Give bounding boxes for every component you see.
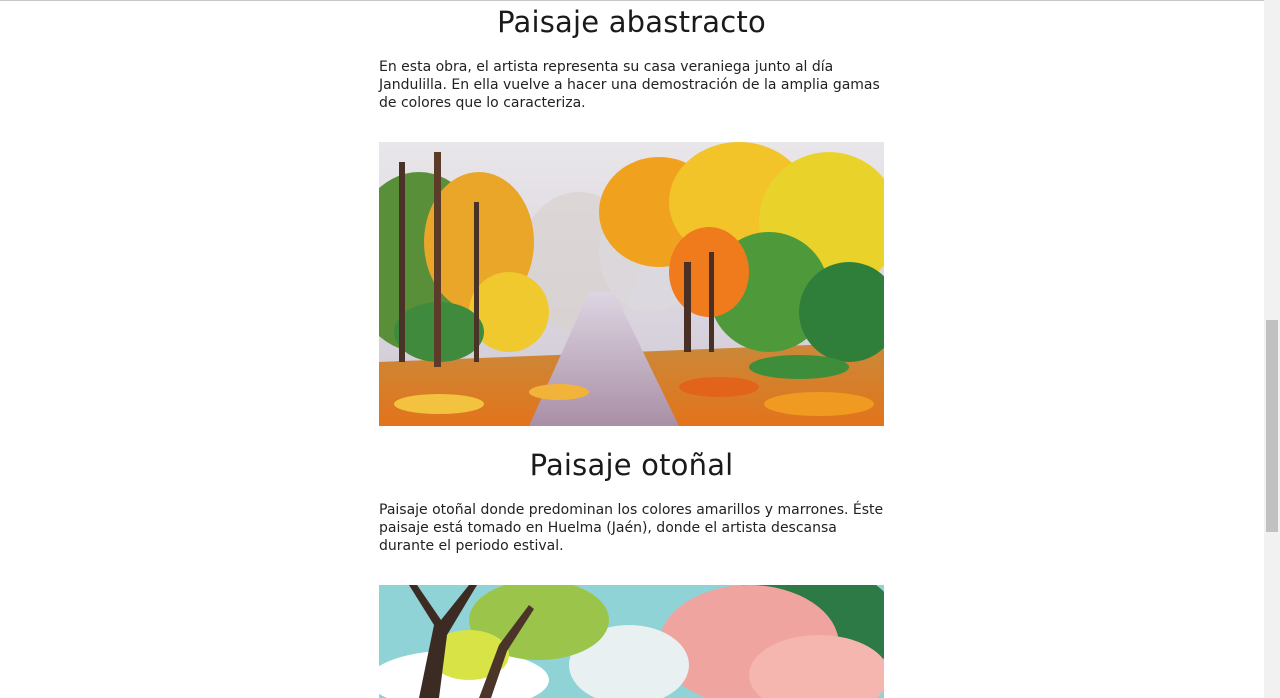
page-viewport: Paisaje abastracto En esta obra, el arti…: [0, 0, 1264, 698]
scrollbar-thumb[interactable]: [1266, 320, 1278, 532]
autumn-painting-image: [379, 142, 884, 426]
section-description: En esta obra, el artista representa su c…: [379, 59, 880, 111]
vertical-scrollbar[interactable]: [1264, 0, 1280, 698]
blossom-painting-image: [379, 585, 884, 698]
section-title: Paisaje otoñal: [529, 448, 734, 482]
section-description: Paisaje otoñal donde predominan los colo…: [379, 502, 884, 554]
section-title: Paisaje abastracto: [497, 5, 766, 39]
